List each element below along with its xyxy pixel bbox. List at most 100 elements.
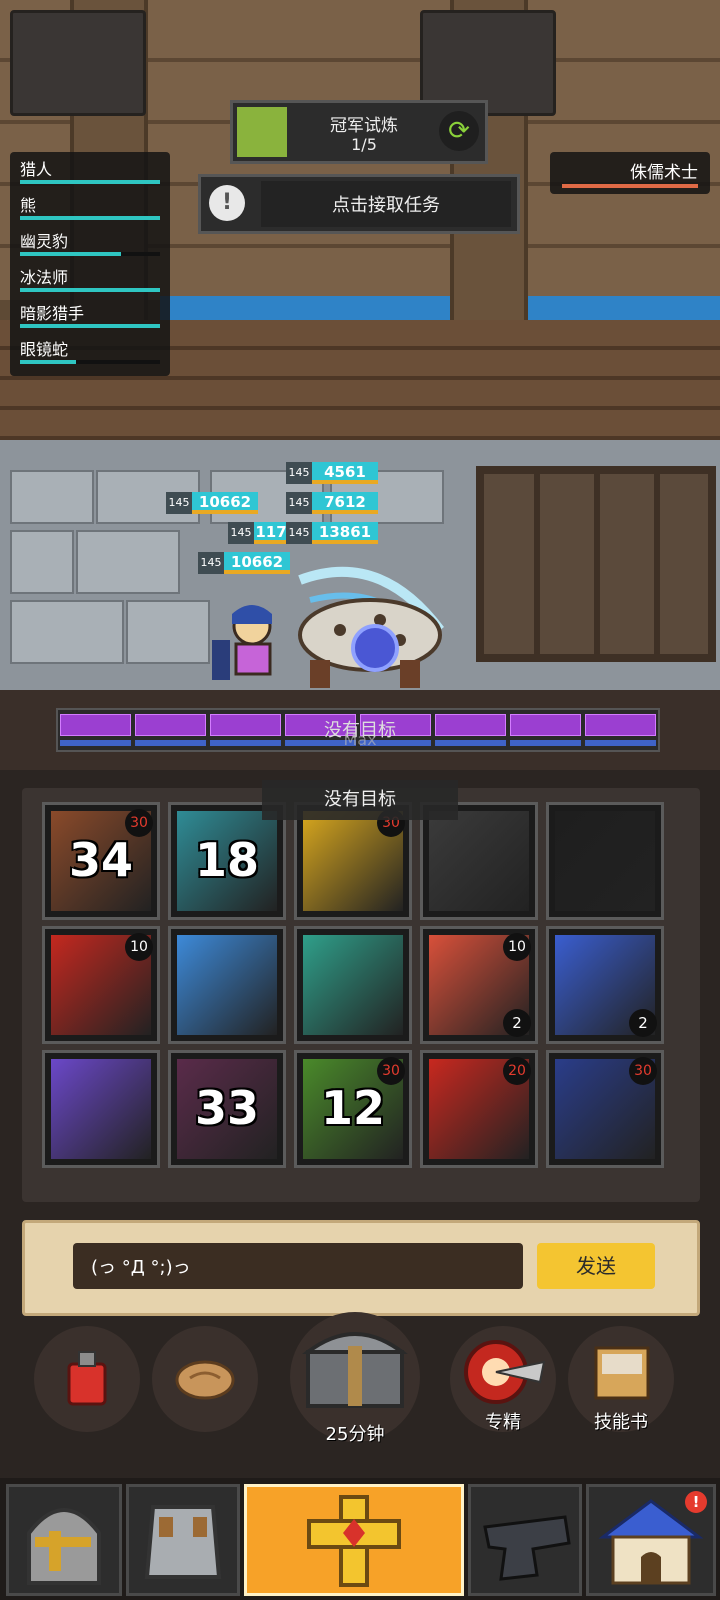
skill-slot[interactable]: 2	[546, 926, 664, 1044]
enemy-target[interactable]: 侏儒术士	[550, 152, 710, 194]
energy-sub-segment	[135, 740, 206, 746]
bread-icon	[175, 1360, 235, 1400]
party-member[interactable]: 眼镜蛇	[20, 332, 160, 366]
energy-sub-segment	[60, 740, 131, 746]
energy-segment	[60, 714, 131, 736]
damage-tag: 145 10662	[198, 552, 290, 574]
helmet-icon	[27, 1508, 101, 1585]
party-member-name: 眼镜蛇	[20, 340, 69, 359]
tab-anvil[interactable]	[468, 1484, 582, 1596]
skill-slot[interactable]	[294, 926, 412, 1044]
lantern-icon	[10, 10, 146, 116]
skill-cooldown-number: 34	[68, 833, 133, 887]
party-list: 猎人 熊 幽灵豹 冰法师 暗影猎手 眼镜蛇	[10, 152, 170, 376]
enemy-name: 侏儒术士	[630, 163, 698, 183]
energy-max-label: Max	[343, 730, 377, 749]
party-member[interactable]: 冰法师	[20, 260, 160, 294]
damage-tag-value: 10662	[192, 492, 258, 514]
party-member-hp	[20, 216, 160, 220]
damage-tag-level: 145	[286, 522, 312, 544]
potion-icon	[67, 1351, 107, 1406]
bottom-nav: !	[0, 1478, 720, 1600]
party-member-hp	[20, 360, 76, 364]
skill-slot[interactable]: 34 30	[42, 802, 160, 920]
skill-stack-badge: 2	[629, 1009, 657, 1037]
tab-armor[interactable]	[126, 1484, 240, 1596]
tab-helmet[interactable]	[6, 1484, 122, 1596]
trial-progress-indicator	[237, 107, 287, 157]
energy-sub-segment	[585, 740, 656, 746]
damage-tag-level: 145	[286, 492, 312, 514]
potion-button[interactable]	[34, 1326, 140, 1432]
party-member-hp	[20, 252, 121, 256]
energy-segment	[585, 714, 656, 736]
energy-segment	[510, 714, 581, 736]
skill-level-badge: 30	[377, 1057, 405, 1085]
party-member-name: 幽灵豹	[20, 232, 69, 251]
party-member[interactable]: 暗影猎手	[20, 296, 160, 330]
arrow-volley-icon	[51, 1059, 151, 1159]
skill-slot[interactable]: 12 30	[294, 1050, 412, 1168]
damage-tag: 145 10662	[166, 492, 258, 514]
send-button[interactable]: 发送	[537, 1243, 655, 1289]
party-member-hp	[20, 324, 160, 328]
accept-quest-label: 点击接取任务	[332, 195, 440, 216]
bread-button[interactable]	[152, 1326, 258, 1432]
party-member-name: 猎人	[20, 160, 53, 179]
tab-town[interactable]: !	[586, 1484, 716, 1596]
damage-tag-value: 4561	[312, 462, 378, 484]
damage-tag-value: 10662	[224, 552, 290, 574]
damage-tag-value: 117	[254, 522, 288, 544]
damage-tag-level: 145	[286, 462, 312, 484]
trial-panel[interactable]: 冠军试炼 1/5 ⟳	[230, 100, 488, 164]
target-status-panel: 没有目标	[262, 780, 458, 820]
damage-tag: 145 13861	[286, 522, 378, 544]
skillbook-label: 技能书	[594, 1412, 648, 1433]
party-member-hp	[20, 180, 160, 184]
party-member-name: 暗影猎手	[20, 304, 85, 323]
skill-slot[interactable]	[546, 802, 664, 920]
party-member-name: 冰法师	[20, 268, 69, 287]
damage-tag-level: 145	[228, 522, 254, 544]
trial-title: 冠军试炼	[330, 116, 398, 136]
skillbook-button[interactable]: 技能书	[568, 1326, 674, 1433]
party-member[interactable]: 熊	[20, 188, 160, 222]
trial-progress: 1/5	[351, 135, 377, 154]
treasure-chest-button[interactable]: 25分钟	[290, 1312, 420, 1445]
accept-quest-button[interactable]: ! 点击接取任务	[198, 174, 520, 234]
alert-badge: !	[685, 1491, 707, 1513]
skill-level-badge: 30	[125, 809, 153, 837]
sword-icon	[555, 811, 655, 911]
skill-slot[interactable]: 30	[546, 1050, 664, 1168]
skill-cooldown-number: 33	[194, 1081, 259, 1135]
damage-tag-level: 145	[198, 552, 224, 574]
skill-slot[interactable]	[168, 926, 286, 1044]
tab-talisman[interactable]	[244, 1484, 464, 1596]
anvil-icon	[483, 1515, 571, 1581]
skill-cooldown-number: 12	[320, 1081, 385, 1135]
damage-tag: 145 7612	[286, 492, 378, 514]
damage-tag-value: 13861	[312, 522, 378, 544]
paw-slash-icon	[429, 811, 529, 911]
skill-level-badge: 10	[503, 933, 531, 961]
skill-slot[interactable]: 10	[42, 926, 160, 1044]
skill-slot[interactable]: 33	[168, 1050, 286, 1168]
damage-tag-level: 145	[166, 492, 192, 514]
treasure-chest-icon	[302, 1332, 408, 1408]
skillbook-icon	[594, 1346, 650, 1400]
chat-input[interactable]	[73, 1243, 523, 1289]
skill-slot[interactable]: 10 2	[420, 926, 538, 1044]
ice-wing-icon	[177, 935, 277, 1035]
armor-icon	[144, 1505, 222, 1579]
skill-level-badge: 10	[125, 933, 153, 961]
party-member[interactable]: 猎人	[20, 152, 160, 186]
skill-slot[interactable]: 20	[420, 1050, 538, 1168]
specialization-button[interactable]: 专精	[450, 1326, 556, 1433]
refresh-icon[interactable]: ⟳	[439, 111, 479, 151]
target-arrow-icon	[464, 1340, 546, 1404]
skill-stack-badge: 2	[503, 1009, 531, 1037]
party-member[interactable]: 幽灵豹	[20, 224, 160, 258]
skill-slot[interactable]	[42, 1050, 160, 1168]
specialization-label: 专精	[485, 1412, 521, 1433]
wooden-window	[476, 466, 716, 662]
